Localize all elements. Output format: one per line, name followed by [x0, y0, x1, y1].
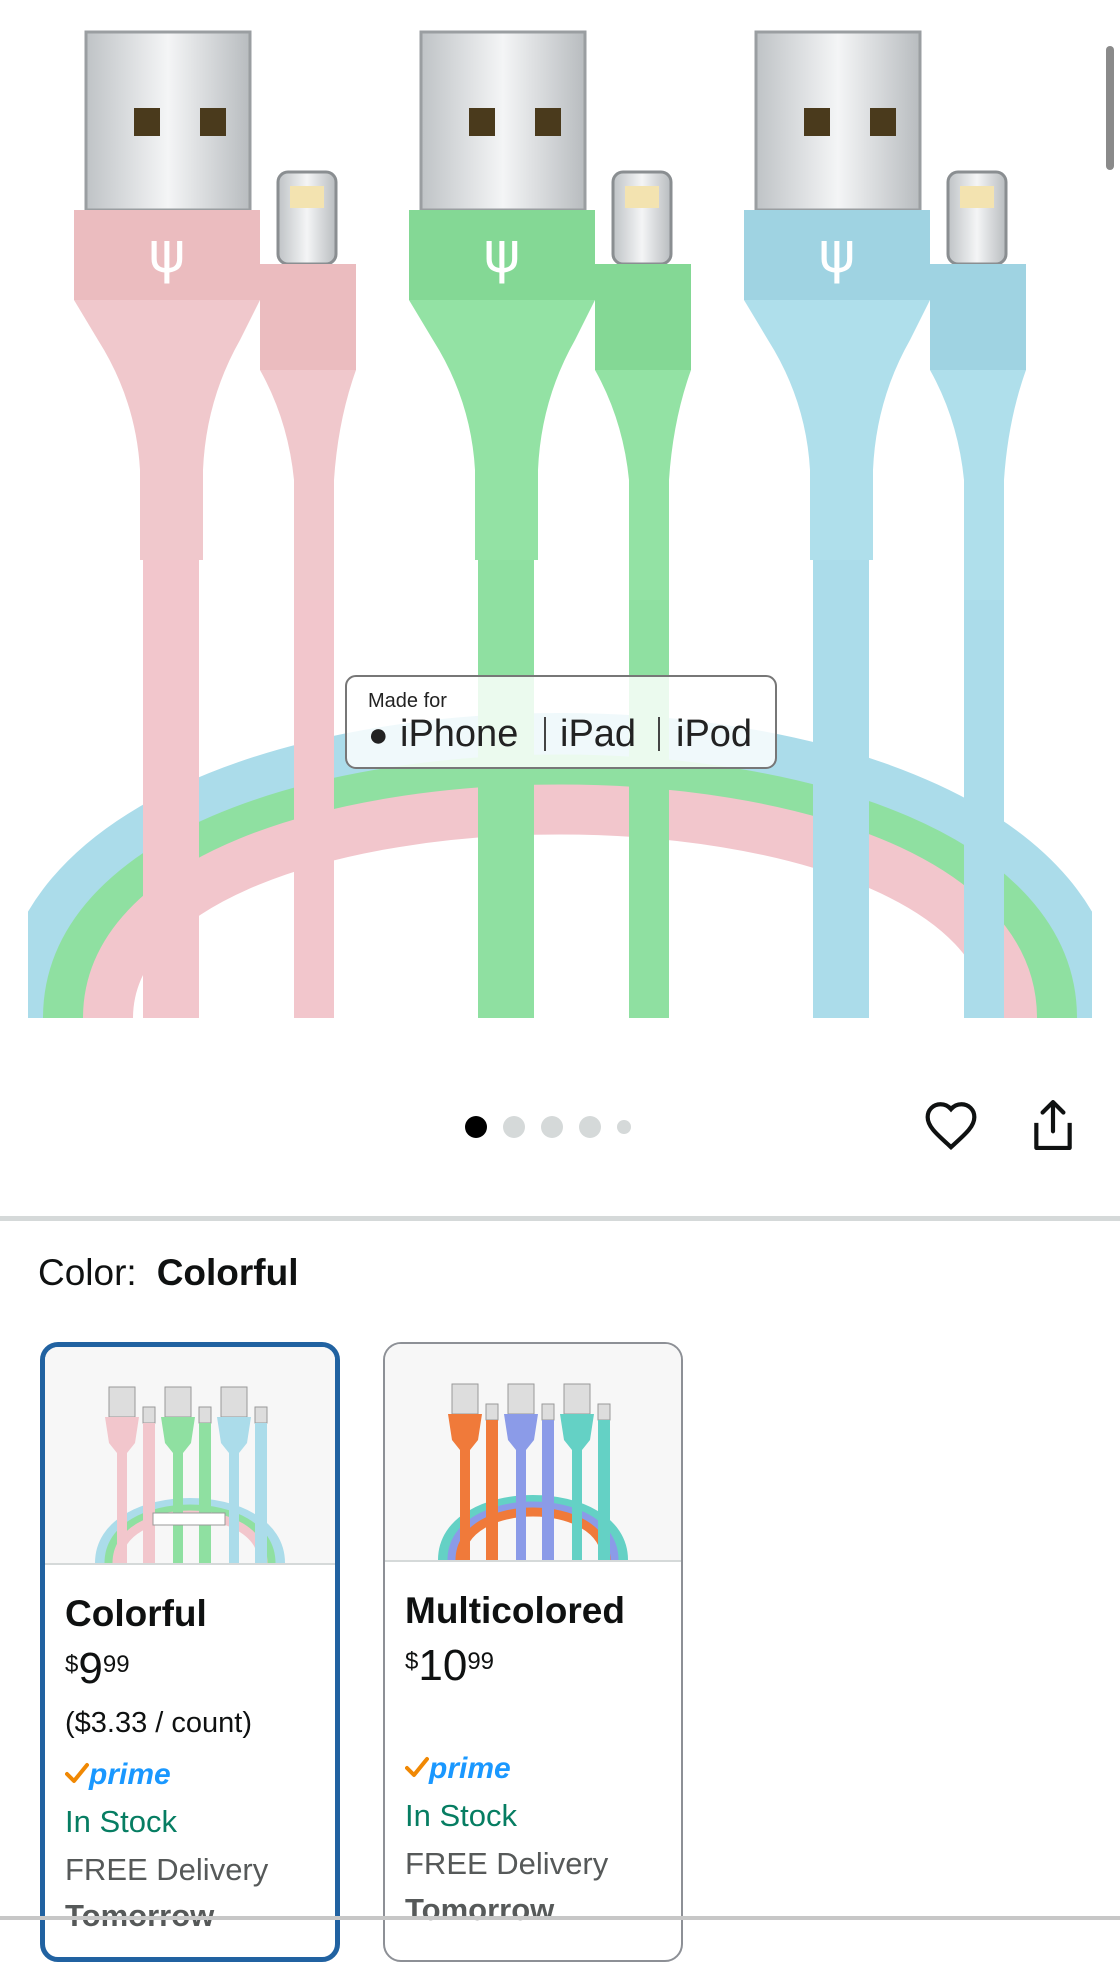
option-stock-status: In Stock — [405, 1798, 517, 1833]
color-selected-value: Colorful — [156, 1252, 299, 1293]
badge-device-ipad: iPad — [560, 713, 636, 755]
option-price: $ 9 99 — [65, 1644, 130, 1693]
badge-made-for: Made for — [368, 690, 447, 712]
option-price: $ 10 99 — [405, 1641, 495, 1690]
mfi-badge: Made for ● iPhone iPad iPod — [345, 675, 777, 769]
page-scrollbar[interactable] — [1106, 46, 1114, 170]
color-selector-label: Color: Colorful — [38, 1252, 299, 1294]
carousel-dot-4[interactable] — [579, 1116, 601, 1138]
bottom-edge — [0, 1916, 1120, 1920]
badge-device-ipod: iPod — [676, 713, 752, 755]
option-thumbnail — [385, 1344, 681, 1562]
option-stock-status: In Stock — [65, 1804, 177, 1839]
option-delivery-day: Tomorrow — [405, 1892, 555, 1927]
prime-check-icon — [65, 1758, 89, 1792]
carousel-dot-3[interactable] — [541, 1116, 563, 1138]
color-label: Color: — [38, 1252, 137, 1293]
heart-icon — [923, 1099, 979, 1156]
carousel-dot-5[interactable] — [617, 1120, 631, 1134]
svg-text:●: ● — [368, 716, 389, 754]
option-name: Colorful — [65, 1593, 207, 1634]
svg-text:ψ: ψ — [149, 221, 186, 286]
option-name: Multicolored — [405, 1590, 625, 1631]
option-unit-price: ($3.33 / count) — [65, 1707, 252, 1739]
carousel-dot-1[interactable] — [465, 1116, 487, 1138]
option-thumbnail — [45, 1347, 335, 1565]
prime-badge: prime — [65, 1758, 315, 1792]
carousel-dot-2[interactable] — [503, 1116, 525, 1138]
badge-device-iphone: iPhone — [400, 713, 518, 755]
svg-text:ψ: ψ — [819, 221, 856, 286]
prime-badge: prime — [405, 1752, 661, 1786]
section-divider — [0, 1216, 1120, 1221]
option-delivery: FREE Delivery — [405, 1846, 609, 1881]
share-icon — [1028, 1097, 1078, 1158]
product-image[interactable]: ψ ψ ψ Made for ● iPhone iPad iPod — [28, 0, 1092, 1018]
favorite-button[interactable] — [920, 1096, 982, 1158]
share-button[interactable] — [1022, 1096, 1084, 1158]
color-option-colorful[interactable]: Colorful $ 9 99 ($3.33 / count) prime In… — [40, 1342, 340, 1962]
option-delivery: FREE Delivery — [65, 1852, 269, 1887]
svg-text:ψ: ψ — [484, 221, 521, 286]
carousel-indicator[interactable] — [465, 1114, 631, 1140]
prime-check-icon — [405, 1752, 429, 1786]
color-option-multicolored[interactable]: Multicolored $ 10 99 prime In Stock FREE… — [383, 1342, 683, 1962]
